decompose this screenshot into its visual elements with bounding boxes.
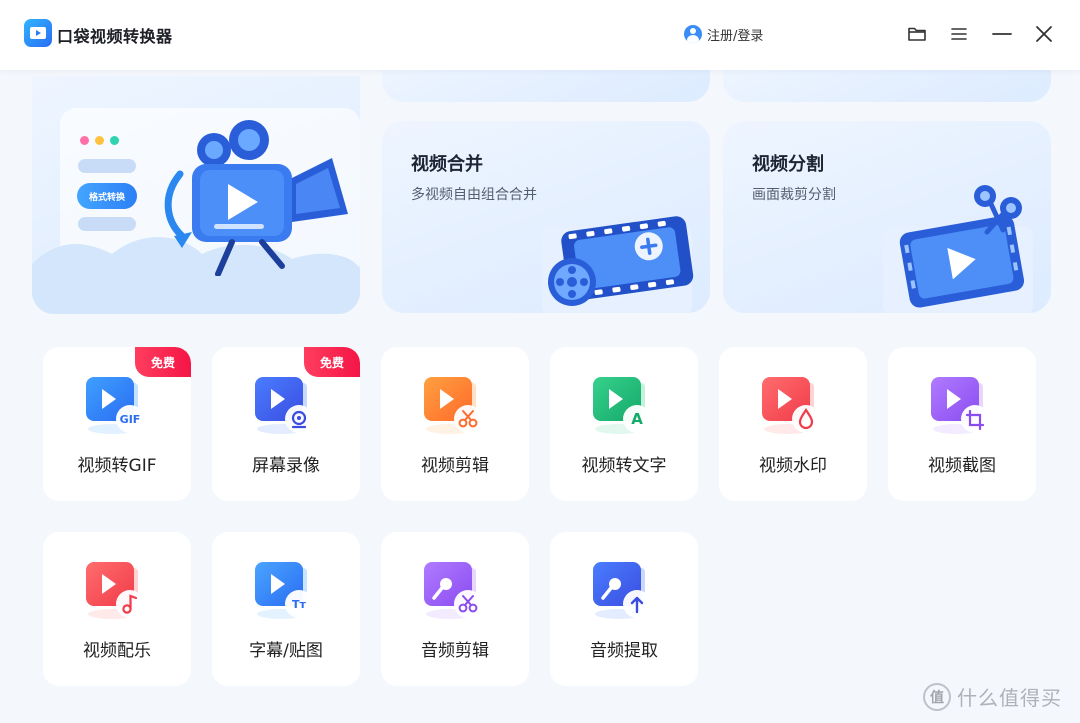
tool-label: 音频剪辑	[421, 641, 489, 661]
video-split-subtitle: 画面裁剪分割	[752, 187, 836, 203]
tool-label: 音频提取	[590, 641, 658, 661]
gif-icon: GIF	[86, 377, 144, 434]
crop-icon	[931, 377, 989, 434]
mic-upload-icon	[593, 562, 651, 619]
mock-bar	[78, 159, 136, 173]
title-bar: 口袋视频转换器 注册/登录	[0, 0, 1080, 70]
free-badge: 免费	[135, 347, 191, 377]
tool-label: 视频剪辑	[421, 456, 489, 476]
tool-tile[interactable]: 视频剪辑	[381, 347, 529, 501]
subtitle-tt-icon: Tт	[255, 562, 313, 619]
tool-tile[interactable]: 音频剪辑	[381, 532, 529, 686]
tool-label: 屏幕录像	[252, 456, 320, 476]
tool-tile[interactable]: 视频水印	[719, 347, 867, 501]
video-split-card[interactable]: 视频分割 画面裁剪分割	[723, 121, 1051, 313]
tool-tile[interactable]: 视频配乐	[43, 532, 191, 686]
watermark: 值 什么值得买	[923, 682, 1062, 711]
login-button[interactable]: 注册/登录	[684, 23, 763, 45]
droplet-icon	[762, 377, 820, 434]
folder-button[interactable]	[905, 22, 929, 46]
format-convert-pill: 格式转换	[77, 183, 137, 209]
app-logo-icon	[24, 19, 52, 47]
free-badge: 免费	[304, 347, 360, 377]
tool-tile[interactable]: GIF 视频转GIF 免费	[43, 347, 191, 501]
video-merge-card[interactable]: 视频合并 多视频自由组合合并	[382, 121, 710, 313]
webcam-icon	[255, 377, 313, 434]
watermark-text: 什么值得买	[957, 686, 1062, 710]
svg-text:GIF: GIF	[120, 413, 141, 426]
minimize-icon	[992, 33, 1012, 35]
menu-button[interactable]	[947, 22, 971, 46]
video-merge-subtitle: 多视频自由组合合并	[411, 187, 537, 203]
text-a-icon: A	[593, 377, 651, 434]
svg-text:Tт: Tт	[292, 598, 307, 611]
film-scissors-icon	[883, 185, 1033, 313]
svg-text:A: A	[631, 410, 643, 428]
tool-label: 视频转文字	[581, 456, 667, 476]
tool-tile[interactable]: 视频截图	[888, 347, 1036, 501]
video-camera-icon	[164, 120, 348, 276]
format-convert-card[interactable]: 格式转换	[32, 76, 360, 314]
tool-label: 视频转GIF	[77, 456, 157, 476]
close-icon	[1036, 26, 1052, 42]
tool-tile[interactable]: 屏幕录像 免费	[212, 347, 360, 501]
tool-tile[interactable]: A 视频转文字	[550, 347, 698, 501]
video-split-title: 视频分割	[752, 154, 824, 175]
menu-icon	[951, 28, 967, 40]
video-merge-title: 视频合并	[411, 154, 483, 175]
tool-label: 视频水印	[759, 456, 827, 476]
window-dot	[110, 136, 119, 145]
tool-tile[interactable]: 音频提取	[550, 532, 698, 686]
film-merge-icon	[542, 216, 694, 313]
mic-scissors-icon	[424, 562, 482, 619]
tool-label: 字幕/贴图	[249, 641, 323, 661]
user-avatar-icon	[684, 25, 702, 43]
tool-tile[interactable]: Tт 字幕/贴图	[212, 532, 360, 686]
scissors-icon	[424, 377, 482, 434]
window-dot	[95, 136, 104, 145]
close-button[interactable]	[1032, 22, 1056, 46]
music-note-icon	[86, 562, 144, 619]
login-label: 注册/登录	[707, 28, 764, 44]
tool-label: 视频截图	[928, 456, 996, 476]
minimize-button[interactable]	[990, 22, 1014, 46]
folder-icon	[908, 27, 926, 41]
tool-label: 视频配乐	[83, 641, 151, 661]
watermark-logo-icon: 值	[923, 682, 951, 711]
app-title: 口袋视频转换器	[57, 27, 173, 46]
window-dot	[80, 136, 89, 145]
